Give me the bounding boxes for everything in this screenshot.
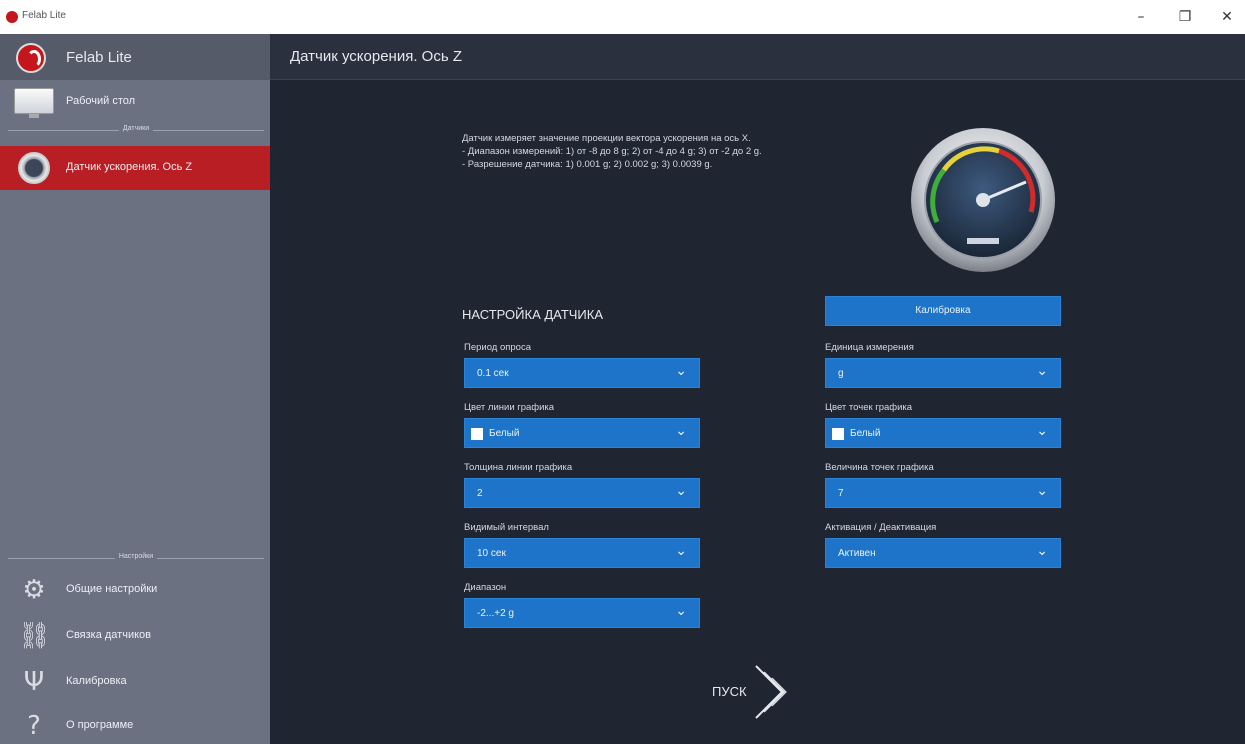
app-logo-icon: [6, 11, 18, 23]
unit-select[interactable]: g ⌄: [825, 358, 1061, 388]
field-label: Толщина линии графика: [464, 462, 573, 473]
field-label: Цвет линии графика: [464, 402, 555, 413]
select-value: Белый: [489, 428, 520, 439]
sidebar: Felab Lite Рабочий стол Датчики Датчик у…: [0, 34, 270, 744]
sidebar-item-desktop[interactable]: Рабочий стол: [0, 80, 270, 124]
start-button[interactable]: ПУСК: [712, 662, 812, 722]
description-line: - Разрешение датчика: 1) 0.001 g; 2) 0.0…: [462, 159, 713, 170]
forward-chevrons-icon: [755, 665, 787, 719]
desktop-icon: [14, 88, 54, 118]
sensor-description: Датчик измеряет значение проекции вектор…: [462, 132, 912, 171]
sidebar-item-label: Связка датчиков: [66, 629, 151, 641]
visible-interval-select[interactable]: 10 сек ⌄: [464, 538, 700, 568]
minimize-button[interactable]: –: [1126, 6, 1156, 28]
settings-icon: ⚙: [22, 575, 46, 605]
activation-select[interactable]: Активен ⌄: [825, 538, 1061, 568]
sidebar-item-label: Общие настройки: [66, 583, 158, 595]
main-header: Датчик ускорения. Ось Z: [270, 34, 1245, 80]
help-icon: ?: [27, 711, 41, 741]
section-separator-sensors: Датчики: [8, 124, 264, 136]
field-label: Величина точек графика: [825, 462, 934, 473]
app-name: Felab Lite: [66, 49, 132, 66]
select-value: 0.1 сек: [477, 368, 509, 379]
chevron-down-icon: ⌄: [675, 543, 687, 559]
select-value: 7: [838, 488, 844, 499]
description-line: - Диапазон измерений: 1) от -8 до 8 g; 2…: [462, 146, 762, 157]
point-color-select[interactable]: Белый ⌄: [825, 418, 1061, 448]
field-label: Диапазон: [464, 582, 507, 593]
start-label: ПУСК: [712, 684, 747, 699]
field-label: Видимый интервал: [464, 522, 549, 533]
color-swatch: [832, 428, 844, 440]
field-label: Единица измерения: [825, 342, 914, 353]
chevron-down-icon: ⌄: [675, 603, 687, 619]
felab-logo-icon: [16, 43, 46, 73]
sidebar-item-general-settings[interactable]: ⚙ Общие настройки: [0, 568, 270, 612]
sidebar-item-sensor-link[interactable]: ⛓ Связка датчиков: [0, 614, 270, 658]
select-value: Активен: [838, 548, 876, 559]
maximize-button[interactable]: ❐: [1170, 6, 1200, 28]
point-size-select[interactable]: 7 ⌄: [825, 478, 1061, 508]
field-visible-interval: Видимый интервал 10 сек ⌄: [464, 522, 700, 568]
line-color-select[interactable]: Белый ⌄: [464, 418, 700, 448]
line-width-select[interactable]: 2 ⌄: [464, 478, 700, 508]
calibration-icon: Ψ: [23, 667, 45, 697]
field-unit: Единица измерения g ⌄: [825, 342, 1061, 388]
field-point-size: Величина точек графика 7 ⌄: [825, 462, 1061, 508]
field-label: Активация / Деактивация: [825, 522, 937, 533]
sidebar-item-about[interactable]: ? О программе: [0, 704, 270, 744]
main-panel: Датчик ускорения. Ось Z Датчик измеряет …: [270, 34, 1245, 744]
field-poll-period: Период опроса 0.1 сек ⌄: [464, 342, 700, 388]
chevron-down-icon: ⌄: [1036, 543, 1048, 559]
select-value: Белый: [850, 428, 881, 439]
section-label: Настройки: [114, 553, 158, 560]
close-button[interactable]: ✕: [1212, 6, 1242, 28]
section-label: Датчики: [118, 125, 154, 132]
sidebar-item-calibration[interactable]: Ψ Калибровка: [0, 660, 270, 704]
section-separator-settings: Настройки: [8, 552, 264, 564]
window-titlebar: Felab Lite – ❐ ✕: [0, 0, 1245, 34]
gauge-icon: [18, 152, 50, 184]
settings-section-title: НАСТРОЙКА ДАТЧИКА: [462, 307, 604, 322]
sidebar-item-label: Датчик ускорения. Ось Z: [66, 161, 193, 173]
chevron-down-icon: ⌄: [1036, 423, 1048, 439]
field-point-color: Цвет точек графика Белый ⌄: [825, 402, 1061, 448]
field-range: Диапазон -2...+2 g ⌄: [464, 582, 700, 628]
field-line-width: Толщина линии графика 2 ⌄: [464, 462, 700, 508]
field-line-color: Цвет линии графика Белый ⌄: [464, 402, 700, 448]
page-title: Датчик ускорения. Ось Z: [290, 48, 462, 65]
select-value: 10 сек: [477, 548, 506, 559]
field-label: Цвет точек графика: [825, 402, 913, 413]
description-line: Датчик измеряет значение проекции вектор…: [462, 133, 751, 144]
chevron-down-icon: ⌄: [675, 363, 687, 379]
speedometer-gauge-icon: [904, 126, 1062, 276]
select-value: 2: [477, 488, 483, 499]
link-icon: ⛓: [18, 621, 52, 651]
sidebar-header: Felab Lite: [0, 34, 270, 80]
sidebar-item-label: Рабочий стол: [66, 95, 136, 107]
select-value: g: [838, 368, 844, 379]
chevron-down-icon: ⌄: [1036, 483, 1048, 499]
field-activation: Активация / Деактивация Активен ⌄: [825, 522, 1061, 568]
chevron-down-icon: ⌄: [675, 483, 687, 499]
calibrate-button[interactable]: Калибровка: [825, 296, 1061, 326]
chevron-down-icon: ⌄: [675, 423, 687, 439]
field-label: Период опроса: [464, 342, 531, 353]
sidebar-item-label: О программе: [66, 719, 134, 731]
poll-period-select[interactable]: 0.1 сек ⌄: [464, 358, 700, 388]
chevron-down-icon: ⌄: [1036, 363, 1048, 379]
color-swatch: [471, 428, 483, 440]
select-value: -2...+2 g: [477, 608, 514, 619]
range-select[interactable]: -2...+2 g ⌄: [464, 598, 700, 628]
window-title: Felab Lite: [22, 10, 66, 21]
sidebar-item-acceleration-sensor[interactable]: Датчик ускорения. Ось Z: [0, 146, 270, 190]
sidebar-item-label: Калибровка: [66, 675, 127, 687]
